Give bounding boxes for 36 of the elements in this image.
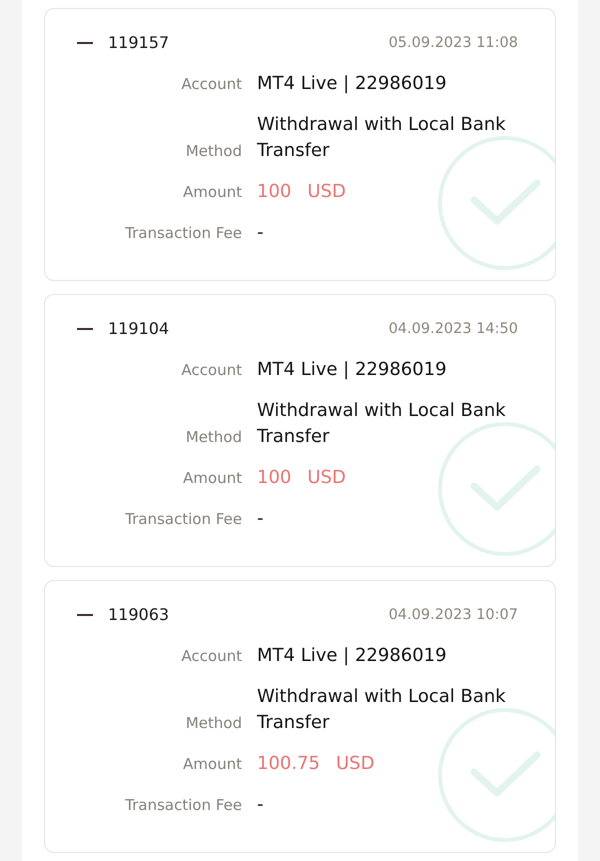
- field-label: Account: [181, 74, 242, 95]
- minus-icon[interactable]: [77, 614, 93, 616]
- field-value: -: [257, 793, 264, 817]
- amount-value: 100.75: [257, 752, 320, 776]
- currency-code: USD: [307, 180, 346, 204]
- transaction-id: 119104: [108, 318, 170, 340]
- transaction-id: 119157: [108, 32, 170, 54]
- field-label: Method: [186, 713, 242, 734]
- field-label: Amount: [183, 468, 242, 489]
- field-label: Amount: [183, 754, 242, 775]
- field-value: MT4 Live | 22986019: [257, 72, 447, 96]
- transaction-date: 04.09.2023 14:50: [388, 320, 518, 339]
- field-value: MT4 Live | 22986019: [257, 358, 447, 382]
- field-label: Method: [186, 141, 242, 162]
- field-label: Transaction Fee: [125, 223, 242, 244]
- field-label: Account: [181, 360, 242, 381]
- amount-value: 100: [257, 466, 292, 490]
- field-value: MT4 Live | 22986019: [257, 644, 447, 668]
- field-label: Transaction Fee: [125, 795, 242, 816]
- transaction-date: 05.09.2023 11:08: [388, 34, 518, 53]
- field-value: Withdrawal with Local Bank Transfer: [257, 113, 507, 163]
- transaction-date: 04.09.2023 10:07: [388, 606, 518, 625]
- amount-value: 100: [257, 180, 292, 204]
- minus-icon[interactable]: [77, 328, 93, 330]
- field-label: Method: [186, 427, 242, 448]
- currency-code: USD: [307, 466, 346, 490]
- minus-icon[interactable]: [77, 42, 93, 44]
- transaction-id: 119063: [108, 604, 170, 626]
- currency-code: USD: [336, 752, 374, 776]
- field-value: -: [257, 221, 264, 245]
- field-label: Amount: [183, 182, 242, 203]
- field-value: Withdrawal with Local Bank Transfer: [257, 399, 507, 449]
- field-label: Account: [181, 646, 242, 667]
- field-value: Withdrawal with Local Bank Transfer: [257, 685, 507, 735]
- field-label: Transaction Fee: [125, 509, 242, 530]
- field-value: -: [257, 507, 264, 531]
